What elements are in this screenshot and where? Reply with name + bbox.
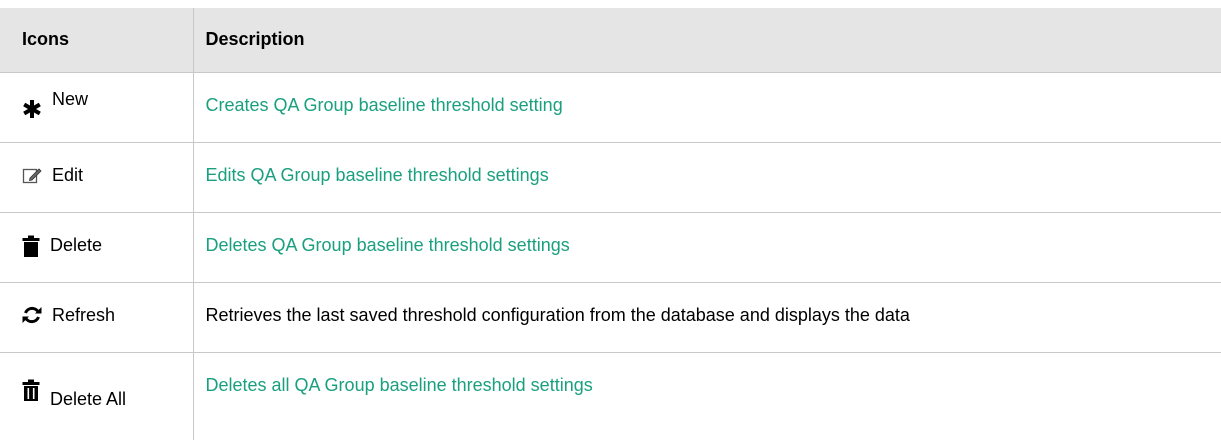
icon-cell: Delete All — [0, 352, 193, 440]
delete-label: Delete — [50, 234, 103, 255]
table-row: New Creates QA Group baseline threshold … — [0, 72, 1221, 143]
icon-cell: Edit — [0, 142, 193, 213]
header-description: Description — [192, 8, 1221, 73]
icon-cell: New — [0, 72, 193, 143]
description-link[interactable]: Edits QA Group baseline threshold settin… — [192, 142, 1221, 213]
header-icons: Icons — [0, 8, 193, 73]
asterisk-icon — [22, 99, 42, 119]
refresh-icon — [22, 305, 42, 325]
new-label: New — [52, 88, 89, 109]
trash-icon — [22, 235, 40, 257]
icons-table: Icons Description New Creates QA Group b… — [0, 8, 1221, 440]
refresh-label: Refresh — [52, 304, 116, 325]
table-row: Delete All Deletes all QA Group baseline… — [0, 352, 1221, 440]
table-row: Edit Edits QA Group baseline threshold s… — [0, 142, 1221, 213]
edit-icon — [22, 165, 42, 185]
description-link[interactable]: Deletes QA Group baseline threshold sett… — [192, 212, 1221, 283]
description-text: Retrieves the last saved threshold confi… — [192, 282, 1221, 353]
delete-all-label: Delete All — [50, 388, 127, 409]
description-link[interactable]: Deletes all QA Group baseline threshold … — [192, 352, 1221, 440]
icon-cell: Refresh — [0, 282, 193, 353]
edit-label: Edit — [52, 164, 84, 185]
icon-cell: Delete — [0, 212, 193, 283]
table-header-row: Icons Description — [0, 8, 1221, 73]
description-link[interactable]: Creates QA Group baseline threshold sett… — [192, 72, 1221, 143]
icons-table-container: Icons Description New Creates QA Group b… — [0, 8, 1221, 440]
table-row: Delete Deletes QA Group baseline thresho… — [0, 212, 1221, 283]
table-row: Refresh Retrieves the last saved thresho… — [0, 282, 1221, 353]
trash-all-icon — [22, 379, 40, 401]
